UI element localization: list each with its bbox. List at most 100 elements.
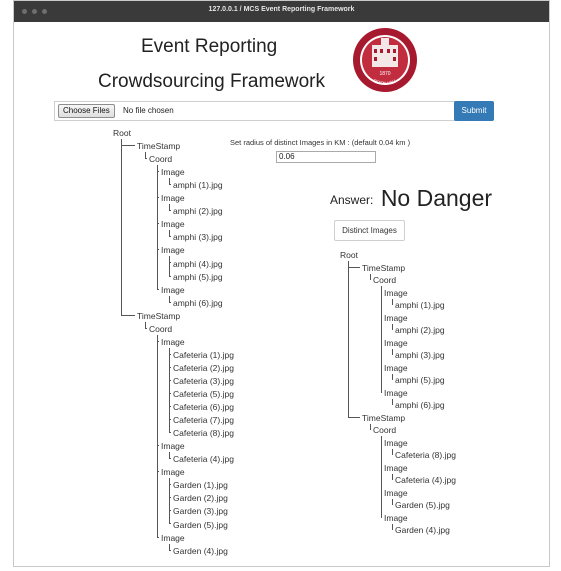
tree-node: Cafeteria (4).jpg: [173, 454, 234, 465]
tree-connector: [169, 452, 171, 460]
tree-node: TimeStamp: [137, 310, 181, 321]
tree-node: TimeStamp: [362, 412, 406, 423]
tree-node: amphi (1).jpg: [173, 180, 223, 191]
tree-connector: [392, 448, 393, 455]
tree-node: Cafeteria (1).jpg: [173, 349, 234, 360]
answer-label: Answer:: [330, 193, 374, 207]
tree-node: Coord: [149, 154, 173, 165]
tree-node: Image: [384, 312, 408, 323]
tree-node: amphi (6).jpg: [395, 400, 445, 410]
tree-node: Cafeteria (3).jpg: [173, 375, 234, 386]
tree-connector: [157, 165, 159, 290]
tree-connector: [169, 543, 171, 551]
distinct-images-button[interactable]: Distinct Images: [334, 220, 405, 241]
tree-node: amphi (2).jpg: [173, 206, 223, 217]
tree-connector: [381, 436, 382, 518]
tree-connector: [169, 230, 171, 238]
tree-node: amphi (6).jpg: [173, 297, 223, 308]
tree-connector: [381, 286, 382, 393]
tree-node: Image: [161, 441, 185, 452]
tree-node: Image: [384, 337, 408, 348]
tree-node: Image: [384, 437, 408, 448]
tree-connector: [169, 478, 171, 525]
tree-node: Image: [384, 462, 408, 473]
tree-connector: [370, 273, 371, 280]
tree-connector: [392, 373, 393, 380]
tree-node: Image: [384, 487, 408, 498]
tree-node: Garden (1).jpg: [173, 480, 228, 491]
submit-button[interactable]: Submit: [454, 101, 494, 121]
tree-connector: [145, 152, 147, 160]
tree-node: Coord: [373, 425, 397, 435]
tree-node: amphi (3).jpg: [173, 232, 223, 243]
tree-connector: [169, 347, 171, 434]
tree-node: Image: [384, 512, 408, 523]
tree-connector: [169, 204, 171, 212]
choose-files-button[interactable]: Choose Files: [58, 104, 115, 118]
tree-node: Image: [161, 193, 185, 204]
tree-node: TimeStamp: [137, 141, 181, 152]
tree-node: Cafeteria (4).jpg: [395, 475, 456, 485]
page-title-line2: Crowdsourcing Framework: [98, 71, 326, 92]
answer-display: Answer: No Danger: [330, 185, 492, 212]
tree-node: amphi (3).jpg: [395, 350, 445, 360]
radius-input[interactable]: 0.06: [276, 151, 376, 163]
tree-node: Image: [384, 287, 408, 298]
tree-connector: [392, 398, 393, 405]
tree-connector: [145, 321, 147, 329]
answer-value: No Danger: [380, 185, 493, 211]
tree-node: Image: [161, 336, 185, 347]
tree-node: Garden (4).jpg: [173, 545, 228, 556]
tree-node: Cafeteria (7).jpg: [173, 415, 234, 426]
tree-node: Cafeteria (8).jpg: [173, 428, 234, 439]
tree-connector: [348, 261, 360, 418]
tree-node: amphi (5).jpg: [173, 271, 223, 282]
title-bar: 127.0.0.1 / MCS Event Reporting Framewor…: [14, 1, 549, 22]
tree-node: Cafeteria (5).jpg: [173, 389, 234, 399]
tree-node: Garden (3).jpg: [173, 506, 228, 517]
tree-connector: [169, 295, 171, 303]
tree-connector: [370, 423, 371, 430]
window-title: 127.0.0.1 / MCS Event Reporting Framewor…: [208, 6, 355, 13]
file-upload-bar: Choose Files No file chosen: [54, 101, 493, 121]
tree-node: Root: [340, 250, 358, 260]
no-file-text: No file chosen: [123, 106, 174, 115]
tree-node: Cafeteria (2).jpg: [173, 362, 234, 373]
page-title-line1: Event Reporting: [141, 36, 278, 57]
tree-connector: [392, 498, 393, 505]
tree-node: Garden (5).jpg: [173, 519, 228, 530]
tree-connector: [392, 523, 393, 530]
university-seal-logo: 1870 SETON HALL: [353, 28, 417, 92]
tree-connector: [169, 256, 171, 277]
tree-node: Coord: [149, 323, 173, 334]
tree-node: Image: [161, 532, 185, 543]
tree-node: Cafeteria (6).jpg: [173, 402, 234, 413]
tree-node: amphi (4).jpg: [173, 258, 223, 269]
tree-node: Image: [384, 387, 408, 398]
tree-connector: [121, 139, 135, 316]
tree-node: Garden (5).jpg: [395, 500, 450, 510]
tree-connector: [392, 473, 393, 480]
tree-node: amphi (5).jpg: [395, 375, 445, 385]
tree-node: Image: [161, 219, 185, 230]
svg-text:1870: 1870: [379, 71, 390, 77]
tree-connector: [392, 323, 393, 330]
tree-node: amphi (2).jpg: [395, 325, 445, 335]
radius-label: Set radius of distinct Images in KM : (d…: [230, 138, 411, 147]
tree-node: Image: [161, 284, 185, 295]
tree-node: Image: [161, 167, 185, 178]
tree-connector: [392, 298, 393, 305]
tree-node: Root: [113, 128, 131, 138]
tree-node: Coord: [373, 275, 397, 285]
tree-node: Image: [384, 362, 408, 373]
tree-node: amphi (1).jpg: [395, 300, 445, 310]
tree-connector: [169, 178, 171, 186]
tree-connector: [157, 334, 159, 538]
tree-node: Garden (4).jpg: [395, 525, 450, 535]
tree-node: TimeStamp: [362, 262, 406, 273]
tree-node: Cafeteria (8).jpg: [395, 450, 456, 460]
tree-node: Image: [161, 245, 185, 256]
tree-connector: [392, 348, 393, 355]
tree-node: Garden (2).jpg: [173, 493, 228, 504]
tree-node: Image: [161, 467, 185, 478]
